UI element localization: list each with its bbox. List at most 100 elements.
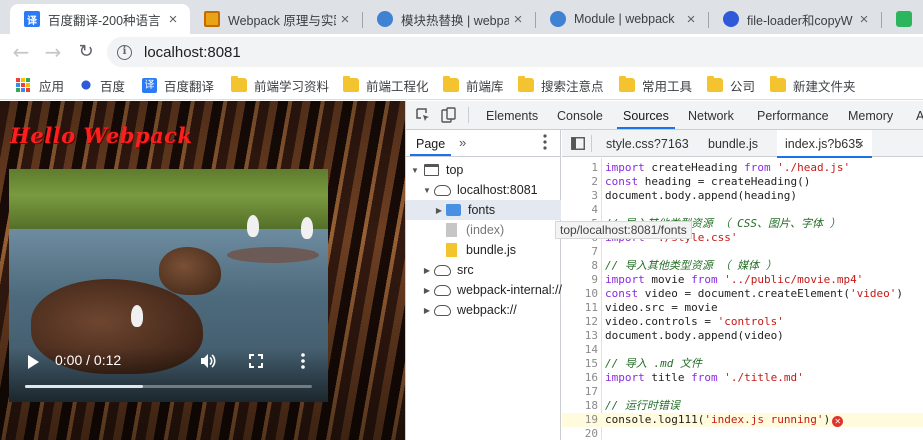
line-number[interactable]: 11 — [562, 301, 598, 315]
code-line[interactable]: 10 const video = document.createElement('… — [562, 287, 923, 301]
code-editor[interactable]: 1 import createHeading from './head.js' 2 c… — [562, 158, 923, 440]
tree-item-src[interactable]: ▶ src — [406, 260, 561, 280]
bookmark-baidu-translate[interactable]: 译 百度翻译 — [142, 75, 214, 95]
tab-console[interactable]: Console — [557, 101, 603, 129]
forward-button[interactable]: → — [41, 40, 65, 64]
error-icon[interactable]: ✕ — [832, 416, 844, 427]
more-options-icon[interactable] — [301, 353, 305, 369]
play-icon[interactable] — [28, 355, 39, 369]
volume-icon[interactable] — [199, 352, 217, 370]
more-tabs-icon[interactable]: » — [459, 135, 466, 150]
editor-tab-index-js[interactable]: index.js?b635 × — [777, 130, 872, 158]
line-number[interactable]: 13 — [562, 329, 598, 343]
video-buffered — [25, 385, 143, 388]
editor-tab-style-css[interactable]: style.css?7163 — [600, 130, 695, 157]
close-icon[interactable]: × — [164, 11, 182, 28]
code-line[interactable]: 11 video.src = movie — [562, 301, 923, 315]
line-number[interactable]: 7 — [562, 245, 598, 259]
close-icon[interactable]: × — [856, 130, 864, 158]
video-player[interactable]: 0:00 / 0:12 — [9, 169, 328, 402]
site-info-icon[interactable]: i — [117, 44, 132, 60]
browser-tab-file-loader[interactable]: file-loader和copyW × — [709, 4, 881, 34]
bookmark-folder[interactable]: 前端学习资料 — [231, 75, 329, 95]
tab-memory[interactable]: Memory — [848, 101, 893, 129]
tab-sources[interactable]: Sources — [617, 101, 675, 129]
inspect-element-icon[interactable] — [415, 107, 431, 123]
line-number[interactable]: 15 — [562, 357, 598, 371]
code-line[interactable]: 17 — [562, 385, 923, 399]
code-line[interactable]: 2 const heading = createHeading() — [562, 175, 923, 189]
line-number[interactable]: 10 — [562, 287, 598, 301]
code-line[interactable]: 8 // 导入其他类型资源 （ 媒体 ） — [562, 259, 923, 273]
line-number[interactable]: 12 — [562, 315, 598, 329]
close-icon[interactable]: × — [336, 11, 354, 28]
line-number[interactable]: 19 — [562, 413, 598, 427]
browser-tab-baidu-translate[interactable]: 译 百度翻译-200种语言 × — [10, 4, 190, 34]
tree-item-bundle[interactable]: bundle.js — [406, 240, 561, 260]
code-line[interactable]: 13 document.body.append(video) — [562, 329, 923, 343]
tab-page[interactable]: Page — [409, 130, 452, 156]
back-button[interactable]: ← — [9, 40, 33, 64]
bookmark-folder[interactable]: 前端库 — [443, 75, 504, 95]
code-line[interactable]: 1 import createHeading from './head.js' — [562, 161, 923, 175]
line-number[interactable]: 18 — [562, 399, 598, 413]
tree-item-index[interactable]: (index) — [406, 220, 561, 240]
line-number[interactable]: 3 — [562, 189, 598, 203]
code-line[interactable]: 3 document.body.append(heading) — [562, 189, 923, 203]
tab-elements[interactable]: Elements — [486, 101, 538, 129]
browser-tab-module[interactable]: Module | webpack × — [536, 4, 708, 34]
folder-icon — [707, 76, 723, 92]
line-number[interactable]: 2 — [562, 175, 598, 189]
tree-item-localhost[interactable]: ▼ localhost:8081 — [406, 180, 561, 200]
line-number[interactable]: 14 — [562, 343, 598, 357]
address-bar[interactable]: i localhost:8081 — [107, 37, 923, 67]
tree-item-webpack[interactable]: ▶ webpack:// — [406, 300, 561, 320]
code-line[interactable]: 15 // 导入 .md 文件 — [562, 357, 923, 371]
browser-tab-title: Webpack 原理与实践 — [228, 13, 336, 28]
code-line[interactable]: 19 console.log111('index.js running') ✕ — [562, 413, 923, 427]
video-progress-bar[interactable] — [25, 385, 312, 388]
bookmark-folder[interactable]: 新建文件夹 — [770, 75, 856, 95]
bookmark-folder[interactable]: 搜索注意点 — [518, 75, 604, 95]
tab-overflow[interactable]: A — [916, 101, 923, 129]
line-number[interactable]: 16 — [562, 371, 598, 385]
tab-performance[interactable]: Performance — [757, 101, 829, 129]
code-line[interactable]: 16 import title from './title.md' — [562, 371, 923, 385]
toggle-navigator-icon[interactable] — [571, 137, 585, 150]
tree-item-top[interactable]: ▼ top — [406, 160, 561, 180]
editor-tab-bundle-js[interactable]: bundle.js — [700, 130, 766, 157]
browser-tab-webpack-principles[interactable]: Webpack 原理与实践 × — [190, 4, 362, 34]
bookmark-folder[interactable]: 公司 — [707, 75, 755, 95]
code-line[interactable]: 7 — [562, 245, 923, 259]
tree-item-fonts[interactable]: ▶ fonts — [406, 200, 561, 220]
line-number[interactable]: 4 — [562, 203, 598, 217]
close-icon[interactable]: × — [509, 11, 527, 28]
navigator-menu-icon[interactable] — [539, 134, 551, 152]
code-line[interactable]: 14 — [562, 343, 923, 357]
browser-tab-hmr[interactable]: 模块热替换 | webpack × — [363, 4, 535, 34]
code-line[interactable]: 12 video.controls = 'controls' — [562, 315, 923, 329]
line-number[interactable]: 20 — [562, 427, 598, 440]
line-number[interactable]: 17 — [562, 385, 598, 399]
reload-button[interactable]: ↻ — [74, 40, 98, 64]
code-line[interactable]: 4 — [562, 203, 923, 217]
line-number[interactable]: 8 — [562, 259, 598, 273]
tab-network[interactable]: Network — [688, 101, 734, 129]
bookmark-folder[interactable]: 常用工具 — [619, 75, 692, 95]
bookmark-label: 百度翻译 — [164, 79, 215, 94]
line-number[interactable]: 1 — [562, 161, 598, 175]
bookmark-folder[interactable]: 前端工程化 — [343, 75, 429, 95]
code-line[interactable]: 18 // 运行时错误 — [562, 399, 923, 413]
bookmark-apps[interactable]: 应用 — [16, 75, 64, 95]
code-line[interactable]: 20 — [562, 427, 923, 440]
close-icon[interactable]: × — [682, 11, 700, 28]
close-icon[interactable]: × — [855, 11, 873, 28]
bookmark-baidu[interactable]: 百度 — [79, 75, 125, 95]
tree-item-webpack-internal[interactable]: ▶ webpack-internal:// — [406, 280, 562, 300]
fullscreen-icon[interactable] — [249, 354, 263, 368]
code-line[interactable]: 9 import movie from '../public/movie.mp4' — [562, 273, 923, 287]
line-number[interactable]: 9 — [562, 273, 598, 287]
browser-tab-overflow[interactable] — [888, 4, 923, 34]
device-toolbar-icon[interactable] — [441, 107, 457, 123]
baidu-paw-icon — [723, 11, 739, 27]
